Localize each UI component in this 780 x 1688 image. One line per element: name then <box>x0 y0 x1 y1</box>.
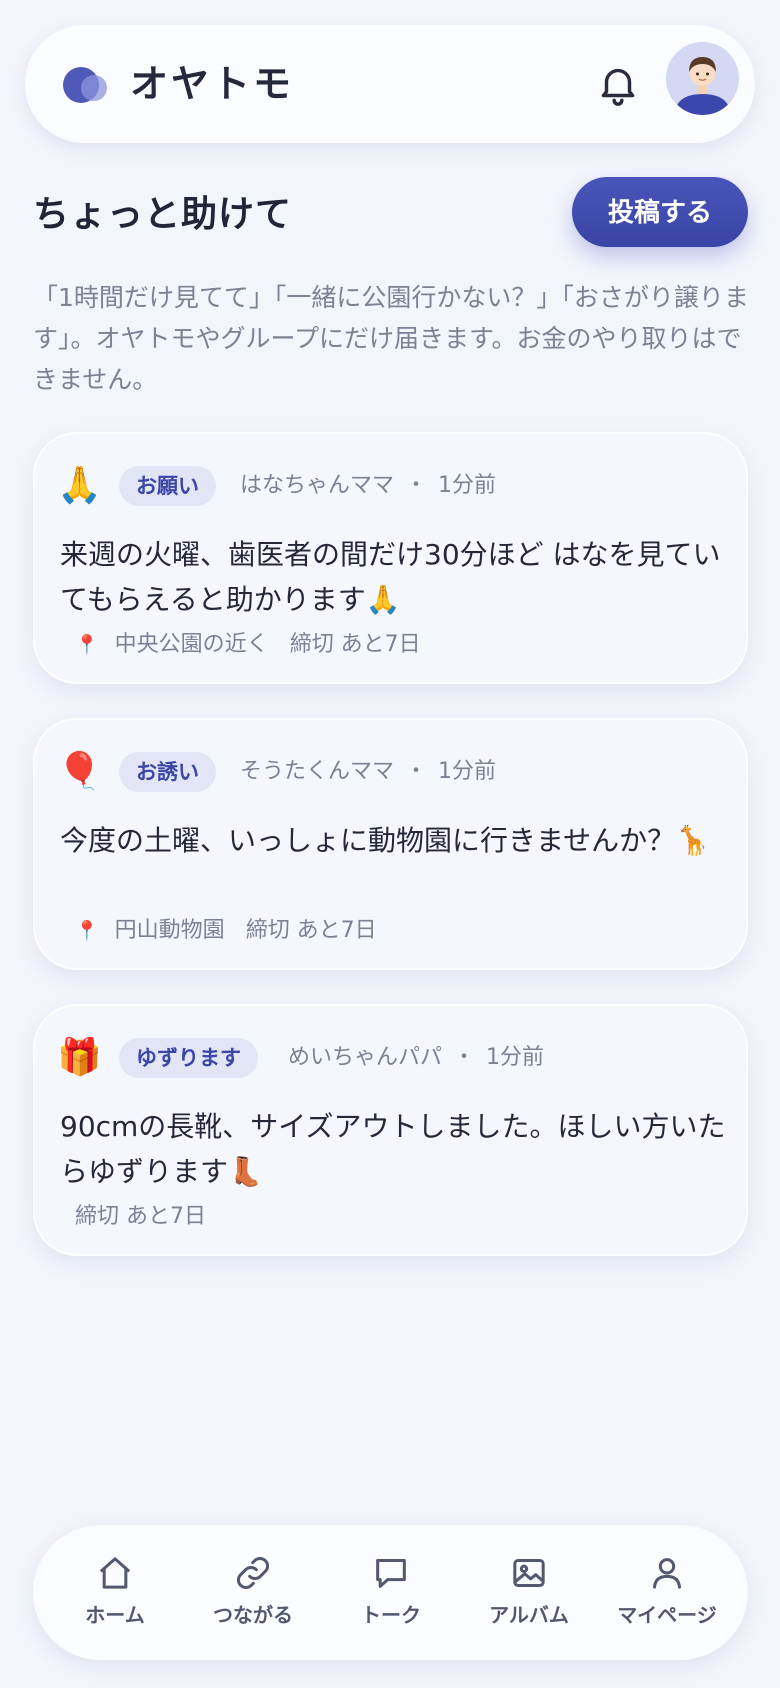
nav-item-home[interactable]: ホーム <box>55 1553 175 1628</box>
post-deadline: 締切 あと7日 <box>245 918 377 943</box>
post-card[interactable]: 🎁 ゆずります めいちゃんパパ ・ 1分前 90cmの長靴、サイズアウトしました… <box>33 1004 748 1256</box>
post-tag: お誘い <box>119 752 216 792</box>
post-tag: ゆずります <box>119 1038 258 1078</box>
image-icon <box>513 1559 545 1587</box>
chat-bubble-icon <box>376 1559 406 1588</box>
nav-label-talk: トーク <box>361 1603 421 1627</box>
home-icon <box>99 1557 131 1589</box>
separator: ・ <box>453 1045 476 1070</box>
section-description: 「1時間だけ見てて」「一緒に公園行かない？」「おさがり譲ります」。オヤトモやグル… <box>33 283 749 394</box>
post-tag: お願い <box>119 466 216 506</box>
nav-item-connect[interactable]: つながる <box>193 1553 313 1628</box>
post-card[interactable]: 🙏 お願い はなちゃんママ ・ 1分前 来週の火曜、歯医者の間だけ30分ほど は… <box>33 432 748 684</box>
nav-label-album: アルバム <box>489 1603 569 1627</box>
page-title: ちょっと助けて <box>33 194 293 235</box>
post-details: 📍 中央公園の近く 締切 あと7日 <box>75 629 421 661</box>
post-author: はなちゃんママ <box>240 473 395 498</box>
post-body: 今度の土曜、いっしょに動物園に行きませんか？🦒 <box>60 824 711 857</box>
nav-item-mypage[interactable]: マイページ <box>607 1553 727 1628</box>
post-author: そうたくんママ <box>240 759 395 784</box>
nav-label-connect: つながる <box>213 1603 293 1627</box>
post-deadline: 締切 あと7日 <box>289 632 421 657</box>
location-pin-icon: 📍 <box>75 920 99 942</box>
post-location: 円山動物園 <box>114 918 225 943</box>
post-card[interactable]: 🎈 お誘い そうたくんママ ・ 1分前 今度の土曜、いっしょに動物園に行きません… <box>33 718 748 970</box>
post-body: 90cmの長靴、サイズアウトしました。ほしい方いたらゆずります👢 <box>60 1110 726 1188</box>
user-icon <box>653 1558 681 1589</box>
separator: ・ <box>405 759 428 784</box>
post-location: 中央公園の近く <box>114 632 269 657</box>
link-icon <box>236 1556 270 1590</box>
post-author: めいちゃんパパ <box>288 1045 443 1070</box>
post-meta: はなちゃんママ ・ 1分前 <box>240 466 496 506</box>
separator: ・ <box>405 473 428 498</box>
post-body: 来週の火曜、歯医者の間だけ30分ほど はなを見ていてもらえると助かります🙏 <box>60 538 721 616</box>
post-deadline: 締切 あと7日 <box>75 1204 206 1229</box>
post-details: 📍 円山動物園 締切 あと7日 <box>75 915 377 947</box>
app-header: オヤトモ <box>25 25 755 143</box>
post-button[interactable]: 投稿する <box>572 177 748 247</box>
gift-icon: 🎁 <box>57 1037 102 1078</box>
avatar[interactable] <box>666 42 739 115</box>
app-logo-icon <box>63 63 109 103</box>
post-meta: そうたくんママ ・ 1分前 <box>240 752 496 792</box>
pray-icon: 🙏 <box>57 465 102 506</box>
app-title: オヤトモ <box>130 62 295 106</box>
nav-label-mypage: マイページ <box>617 1603 717 1627</box>
location-pin-icon: 📍 <box>75 634 99 656</box>
nav-item-talk[interactable]: トーク <box>331 1553 451 1628</box>
post-time: 1分前 <box>486 1045 545 1070</box>
nav-item-album[interactable]: アルバム <box>469 1553 589 1628</box>
bottom-nav: ホーム つながる トーク アルバム マイページ <box>33 1525 748 1660</box>
bell-icon[interactable] <box>595 61 641 107</box>
post-time: 1分前 <box>438 473 497 498</box>
balloon-icon: 🎈 <box>57 751 102 792</box>
nav-label-home: ホーム <box>85 1603 145 1627</box>
post-details: 締切 あと7日 <box>75 1201 206 1233</box>
post-time: 1分前 <box>438 759 497 784</box>
post-meta: めいちゃんパパ ・ 1分前 <box>288 1038 544 1078</box>
